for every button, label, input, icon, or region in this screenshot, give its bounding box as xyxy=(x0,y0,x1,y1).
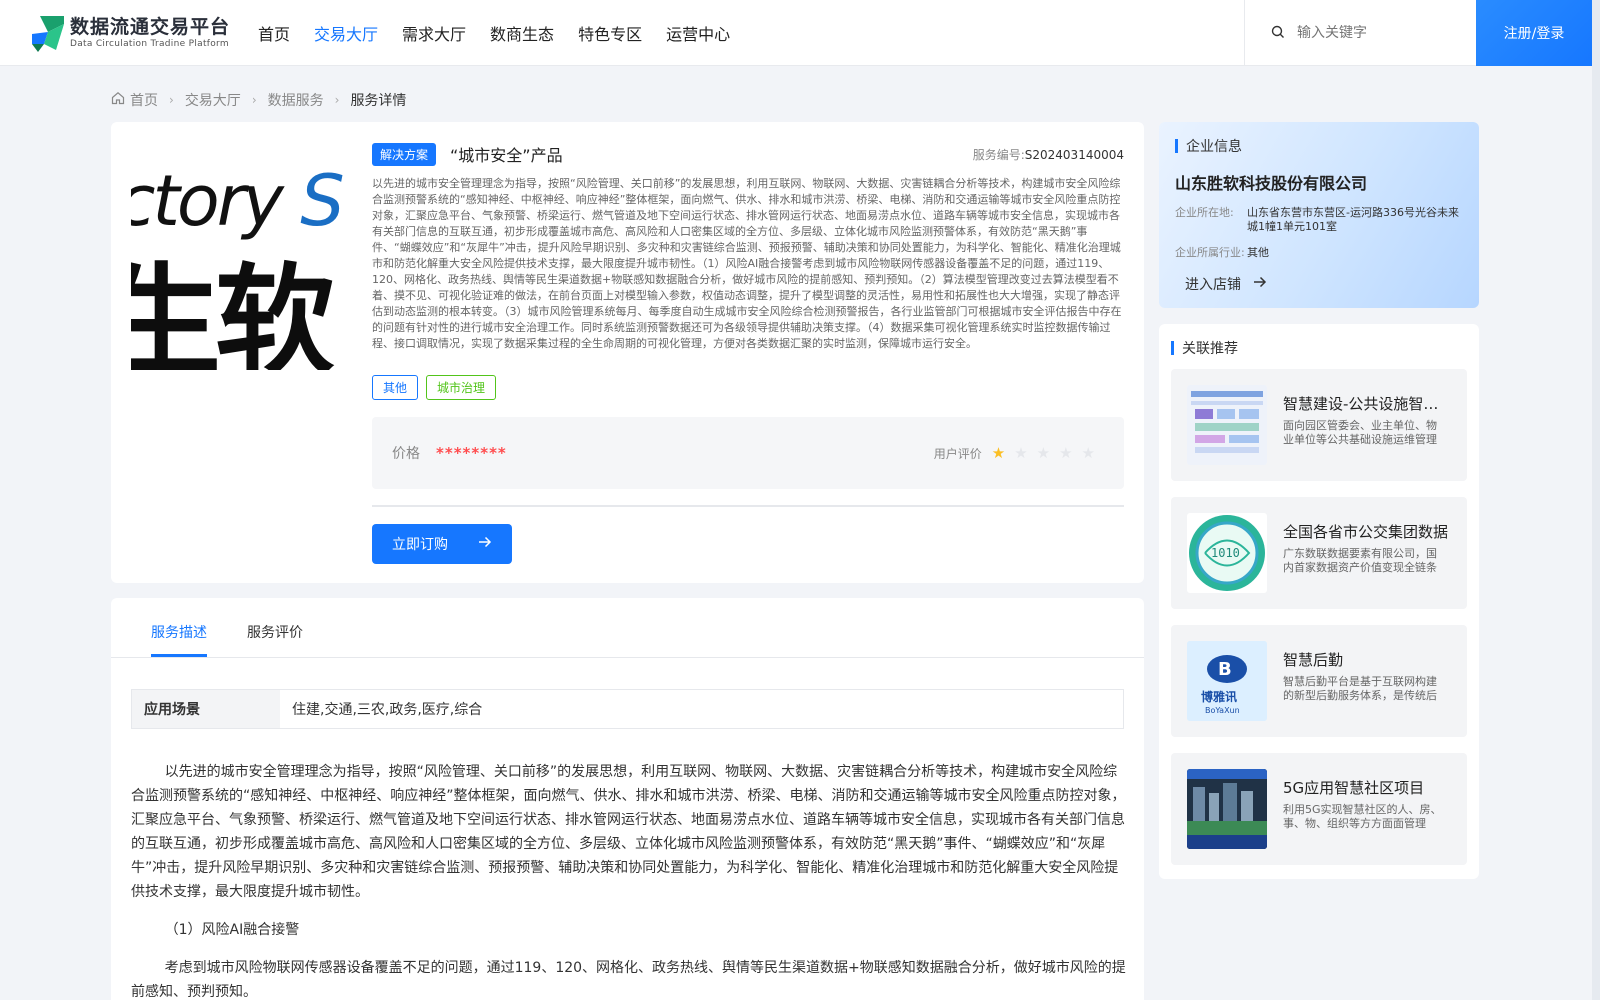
nav-demand-hall[interactable]: 需求大厅 xyxy=(402,21,466,45)
breadcrumb-trading-hall[interactable]: 交易大厅 xyxy=(185,90,241,110)
arrow-right-icon xyxy=(1253,276,1267,292)
service-description-body: 以先进的城市安全管理理念为指导，按照“风险管理、关口前移”的发展思想，利用互联网… xyxy=(131,760,1126,1000)
rating-stars: ★ ★ ★ ★ ★ xyxy=(992,444,1104,462)
company-location-row: 企业所在地: 山东省东营市东营区-运河路336号光谷未来城1幢1单元101室 xyxy=(1175,206,1463,234)
solution-badge: 解决方案 xyxy=(372,142,437,166)
cover-text-big: 生软 xyxy=(131,253,335,370)
recommendation-item[interactable]: 5G应用智慧社区项目 利用5G实现智慧社区的人、房、事、物、组织等方方面面管理 xyxy=(1171,753,1467,865)
tag-city-governance[interactable]: 城市治理 xyxy=(426,375,497,400)
product-card: ctory S 生软 解决方案 “城市安全”产品 服务编号:S202403140… xyxy=(111,122,1144,583)
company-name: 山东胜软科技股份有限公司 xyxy=(1175,174,1368,193)
search-input[interactable] xyxy=(1297,25,1467,41)
platform-logo[interactable]: 数据流通交易平台 Data Circulation Tradine Platfo… xyxy=(30,14,230,52)
application-scene-row: 应用场景 住建,交通,三农,政务,医疗,综合 xyxy=(131,689,1124,729)
star-icon: ★ xyxy=(1059,444,1073,462)
logo-mark-icon xyxy=(30,14,66,52)
nav-trading-hall[interactable]: 交易大厅 xyxy=(314,21,378,45)
location-label: 企业所在地: xyxy=(1175,206,1234,219)
divider xyxy=(372,505,1124,507)
recommendation-item[interactable]: 1010 全国各省市公交集团数据 广东数联数据要素有限公司，国内首家数据资产价值… xyxy=(1171,497,1467,609)
nav-operation-center[interactable]: 运营中心 xyxy=(666,21,730,45)
recommendation-desc: 智慧后勤平台是基于互联网构建的新型后勤服务体系，是传统后勤 xyxy=(1283,675,1437,702)
product-title: “城市安全”产品 xyxy=(450,146,563,165)
recommendation-desc: 利用5G实现智慧社区的人、房、事、物、组织等方方面面管理 xyxy=(1283,803,1442,830)
recommendation-title: 智慧后勤 xyxy=(1283,651,1344,669)
location-value: 山东省东营市东营区-运河路336号光谷未来城1幢1单元101室 xyxy=(1247,206,1459,233)
arrow-right-icon xyxy=(478,536,492,552)
svg-text:1010: 1010 xyxy=(1211,546,1240,560)
chevron-right-icon: › xyxy=(251,93,257,107)
buy-now-button[interactable]: 立即订购 xyxy=(372,524,512,564)
product-description: 以先进的城市安全管理理念为指导，按照“风险管理、关口前移”的发展思想，利用互联网… xyxy=(372,177,1122,350)
chevron-right-icon: › xyxy=(169,93,174,107)
nav-special-zone[interactable]: 特色专区 xyxy=(578,21,642,45)
search-box xyxy=(1244,0,1476,66)
product-tags: 其他 城市治理 xyxy=(372,375,1124,400)
breadcrumb-home[interactable]: 首页 xyxy=(130,90,158,110)
price-box: 价格 ******** 用户评价 ★ ★ ★ ★ ★ xyxy=(372,417,1124,489)
tab-service-review[interactable]: 服务评价 xyxy=(247,598,303,657)
breadcrumb: 首页 › 交易大厅 › 数据服务 › 服务详情 xyxy=(111,90,406,110)
section-heading: 关联推荐 xyxy=(1171,338,1467,358)
recommendation-desc: 广东数联数据要素有限公司，国内首家数据资产价值变现全链条服务 xyxy=(1283,547,1437,574)
recommendation-title: 5G应用智慧社区项目 xyxy=(1283,779,1425,797)
chevron-right-icon: › xyxy=(334,93,340,107)
product-info: 解决方案 “城市安全”产品 服务编号:S202403140004 以先进的城市安… xyxy=(372,142,1124,400)
service-detail-card: 服务描述 服务评价 应用场景 住建,交通,三农,政务,医疗,综合 以先进的城市安… xyxy=(111,598,1144,1000)
main-nav: 首页 交易大厅 需求大厅 数商生态 特色专区 运营中心 xyxy=(258,0,754,66)
related-recommendations: 关联推荐 智慧建设-公共设施智能化管理 面向园区管委会、业主单位、物业单位等公共… xyxy=(1159,324,1479,879)
scene-key: 应用场景 xyxy=(132,690,280,728)
recommendation-thumbnail xyxy=(1187,769,1267,849)
recommendation-desc: 面向园区管委会、业主单位、物业单位等公共基础设施运维管理部门 xyxy=(1283,419,1437,446)
tab-service-description[interactable]: 服务描述 xyxy=(151,598,207,657)
section-heading: 企业信息 xyxy=(1175,136,1463,156)
home-icon[interactable] xyxy=(111,91,125,109)
rating-label: 用户评价 xyxy=(933,446,982,461)
industry-label: 企业所属行业: xyxy=(1175,246,1245,259)
recommendation-thumbnail xyxy=(1187,385,1267,465)
recommendation-item[interactable]: 智慧建设-公共设施智能化管理 面向园区管委会、业主单位、物业单位等公共基础设施运… xyxy=(1171,369,1467,481)
svg-text:BoYaXun: BoYaXun xyxy=(1205,706,1240,715)
service-number: 服务编号:S202403140004 xyxy=(972,147,1124,162)
scene-value: 住建,交通,三农,政务,医疗,综合 xyxy=(292,702,483,718)
logo-title: 数据流通交易平台 xyxy=(70,16,231,38)
star-icon: ★ xyxy=(1014,444,1028,462)
enter-store-link[interactable]: 进入店铺 xyxy=(1185,274,1463,294)
recommendation-thumbnail: 1010 xyxy=(1187,513,1267,593)
star-icon: ★ xyxy=(1036,444,1051,462)
star-icon: ★ xyxy=(991,444,1006,462)
detail-tabs: 服务描述 服务评价 xyxy=(111,598,1144,658)
tag-other[interactable]: 其他 xyxy=(372,375,419,400)
description-paragraph: 考虑到城市风险物联网传感器设备覆盖不足的问题，通过119、120、网格化、政务热… xyxy=(131,960,1126,1000)
buy-now-label: 立即订购 xyxy=(392,537,448,553)
login-register-button[interactable]: 注册/登录 xyxy=(1476,0,1592,66)
logo-subtitle: Data Circulation Tradine Platform xyxy=(70,39,229,49)
company-industry-row: 企业所属行业: 其他 xyxy=(1175,246,1463,260)
industry-value: 其他 xyxy=(1247,246,1269,259)
nav-ecosystem[interactable]: 数商生态 xyxy=(490,21,554,45)
top-header: 数据流通交易平台 Data Circulation Tradine Platfo… xyxy=(0,0,1600,66)
svg-text:B: B xyxy=(1218,659,1232,680)
price-label: 价格 xyxy=(392,446,420,462)
description-subheading: （1）风险AI融合接警 xyxy=(164,922,300,938)
search-icon[interactable] xyxy=(1271,24,1285,43)
recommendation-item[interactable]: B 博雅讯 BoYaXun 智慧后勤 智慧后勤平台是基于互联网构建的新型后勤服务… xyxy=(1171,625,1467,737)
recommendation-title: 智慧建设-公共设施智能化管理 xyxy=(1283,395,1453,413)
price-value: ******** xyxy=(436,444,507,462)
product-cover-image: ctory S 生软 xyxy=(131,146,355,370)
svg-text:博雅讯: 博雅讯 xyxy=(1201,689,1237,704)
recommendation-title: 全国各省市公交集团数据 xyxy=(1283,523,1449,541)
company-info-card: 企业信息 山东胜软科技股份有限公司 企业所在地: 山东省东营市东营区-运河路33… xyxy=(1159,122,1479,308)
nav-home[interactable]: 首页 xyxy=(258,21,290,45)
breadcrumb-current: 服务详情 xyxy=(350,93,407,109)
star-icon: ★ xyxy=(1081,444,1095,462)
recommendation-thumbnail: B 博雅讯 BoYaXun xyxy=(1187,641,1267,721)
page-scrollbar[interactable] xyxy=(1592,0,1600,1000)
description-paragraph: 以先进的城市安全管理理念为指导，按照“风险管理、关口前移”的发展思想，利用互联网… xyxy=(131,764,1126,900)
breadcrumb-data-service[interactable]: 数据服务 xyxy=(268,90,324,110)
